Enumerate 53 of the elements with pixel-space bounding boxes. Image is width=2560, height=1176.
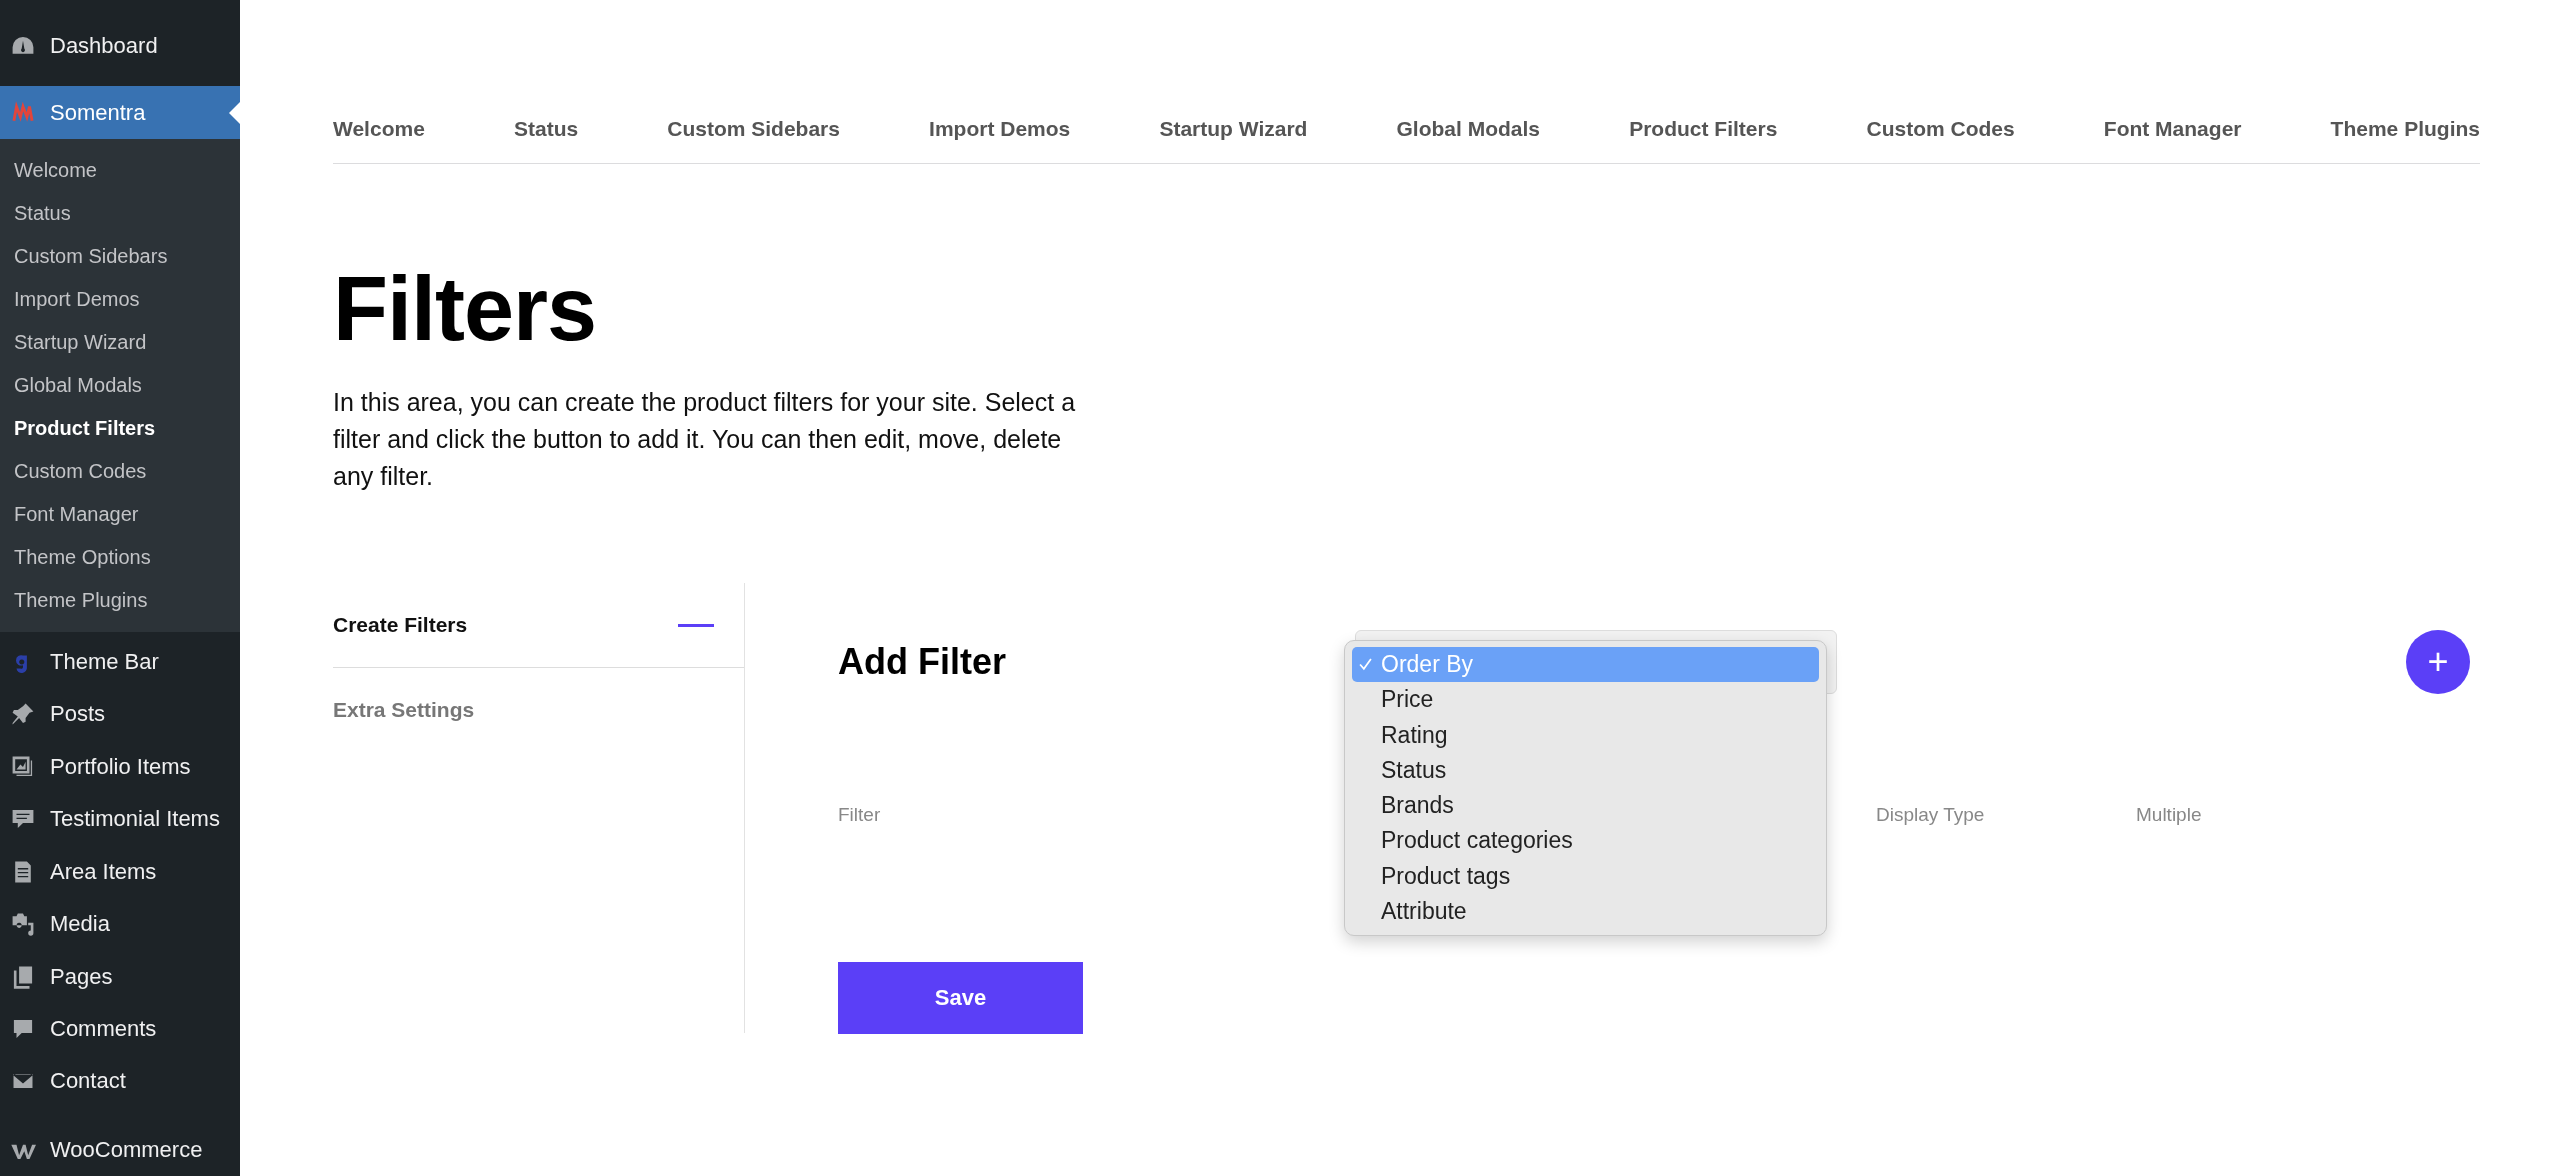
nav-tab[interactable]: Font Manager — [2103, 117, 2242, 141]
nav-tab[interactable]: Custom Sidebars — [667, 117, 840, 141]
sidebar-item[interactable]: WooCommerce — [0, 1123, 240, 1176]
nav-tab[interactable]: Welcome — [333, 117, 425, 141]
dropdown-option[interactable]: Rating — [1352, 717, 1819, 753]
sidebar-item[interactable]: Contact — [0, 1055, 240, 1108]
sidebar-item[interactable]: Testimonial Items — [0, 793, 240, 846]
column-header: Multiple — [2136, 804, 2202, 825]
dropdown-option[interactable]: Status — [1352, 752, 1819, 789]
media-icon — [10, 911, 36, 938]
check-icon — [1359, 658, 1372, 671]
sidebar-item[interactable]: Theme Bar — [0, 635, 240, 689]
submenu-item[interactable]: Theme Plugins — [0, 578, 240, 622]
sidebar-item[interactable]: Dashboard — [0, 20, 240, 73]
dropdown-option[interactable]: Price — [1352, 682, 1819, 718]
page-description: In this area, you can create the product filters for your site. Select a filter and click the button to add it. You can then edit, move, delete any filter. — [333, 387, 1077, 492]
sidebar-item[interactable]: Portfolio Items — [0, 740, 240, 794]
sidebar-item[interactable]: Somentra — [0, 86, 240, 139]
nav-tab[interactable]: Global Modals — [1396, 117, 1541, 141]
active-dash-icon — [678, 623, 714, 627]
sidebar-item[interactable]: Comments — [0, 1002, 240, 1056]
nav-tab[interactable]: Theme Plugins — [2330, 117, 2480, 141]
submenu-item[interactable]: Startup Wizard — [0, 320, 240, 364]
submenu-item[interactable]: Theme Options — [0, 535, 240, 579]
nav-tab[interactable]: Import Demos — [929, 117, 1071, 141]
submenu-item[interactable]: Custom Sidebars — [0, 234, 240, 278]
add-button[interactable]: + — [2406, 630, 2470, 694]
dropdown-option[interactable]: Brands — [1352, 788, 1819, 824]
dropdown-option[interactable]: Product tags — [1352, 858, 1819, 895]
submenu-item[interactable]: Product Filters — [0, 406, 240, 450]
submenu-item[interactable]: Custom Codes — [0, 449, 240, 493]
sidebar-item[interactable]: Pages — [0, 950, 240, 1003]
section-tab[interactable]: Extra Settings — [333, 668, 744, 752]
save-button[interactable]: Save — [838, 962, 1083, 1034]
nav-tab[interactable]: Status — [513, 117, 579, 141]
sidebar-item[interactable]: Posts — [0, 688, 240, 741]
submenu-item[interactable]: Status — [0, 191, 240, 235]
panel-title: Add Filter — [838, 641, 1007, 683]
submenu-item[interactable]: Welcome — [0, 148, 240, 192]
submenu-item[interactable]: Import Demos — [0, 277, 240, 321]
nav-tab[interactable]: Startup Wizard — [1159, 117, 1308, 141]
dropdown-option[interactable]: Attribute — [1352, 894, 1819, 930]
page-title: Filters — [333, 264, 598, 354]
nav-tab[interactable]: Product Filters — [1629, 117, 1778, 141]
column-header: Display Type — [1876, 804, 1985, 825]
sidebar-item[interactable]: Area Items — [0, 845, 240, 898]
submenu-item[interactable]: Global Modals — [0, 363, 240, 407]
nav-tab[interactable]: Custom Codes — [1866, 117, 2015, 141]
dropdown-option[interactable]: Product categories — [1352, 823, 1819, 859]
column-header: Filter — [838, 804, 881, 825]
submenu-item[interactable]: Font Manager — [0, 492, 240, 536]
sidebar-item[interactable]: Media — [0, 897, 240, 951]
section-tab[interactable]: Create Filters — [333, 583, 744, 668]
